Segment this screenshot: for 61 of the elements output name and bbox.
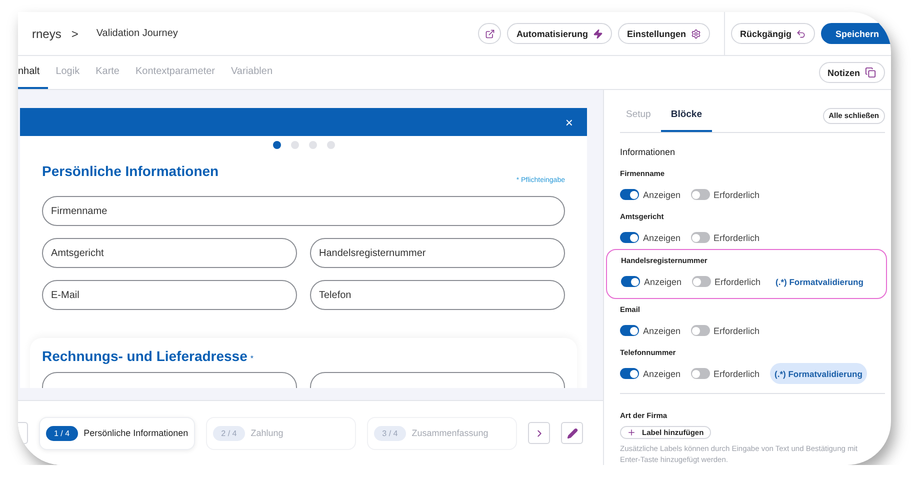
header-button[interactable]: Einstellungen bbox=[618, 23, 710, 44]
step-badge: 3 / 4 bbox=[374, 426, 406, 440]
input-field[interactable]: Amtsgericht bbox=[42, 238, 297, 268]
page-dot[interactable] bbox=[290, 141, 298, 149]
required-toggle[interactable] bbox=[690, 189, 710, 200]
required-toggle[interactable] bbox=[692, 276, 711, 288]
settings-icon bbox=[690, 28, 701, 38]
toggle-label: Anzeigen bbox=[643, 232, 681, 243]
save-button[interactable]: Speichern bbox=[821, 23, 891, 44]
breadcrumb-link[interactable]: rneys bbox=[32, 26, 62, 40]
required-toggle[interactable] bbox=[690, 232, 710, 244]
toggle-label: Anzeigen bbox=[643, 368, 681, 379]
copy-icon bbox=[865, 67, 876, 78]
step-badge: 2 / 4 bbox=[213, 426, 245, 440]
edit-button[interactable] bbox=[561, 422, 584, 444]
required-mark: * bbox=[250, 354, 254, 363]
show-toggle[interactable] bbox=[621, 276, 640, 288]
plus-icon bbox=[627, 428, 636, 437]
lightning-icon bbox=[592, 28, 603, 38]
step-label: Zusammenfassung bbox=[412, 428, 488, 438]
step-badge: 1 / 4 bbox=[46, 426, 78, 440]
step-label: Persönliche Informationen bbox=[84, 428, 188, 438]
notes-button[interactable]: Notizen bbox=[818, 62, 885, 83]
header-button[interactable]: Automatisierung bbox=[507, 23, 612, 44]
toggle-label: Anzeigen bbox=[643, 326, 681, 336]
format-validation-button[interactable]: (.*) Formatvalidierung bbox=[770, 271, 868, 292]
format-validation-button[interactable]: (.*) Formatvalidierung bbox=[770, 363, 868, 384]
input-field[interactable]: E-Mail bbox=[42, 280, 297, 310]
group-title: Informationen bbox=[620, 146, 676, 157]
show-toggle[interactable] bbox=[620, 325, 639, 336]
page-dot[interactable] bbox=[308, 141, 316, 149]
toggle-label: Erforderlich bbox=[714, 276, 761, 287]
open-external-button[interactable] bbox=[478, 23, 502, 44]
close-button[interactable]: × bbox=[565, 114, 573, 130]
page-dot[interactable] bbox=[326, 141, 334, 149]
undo-button[interactable]: Rückgängig bbox=[730, 23, 816, 44]
toggle-label: Erforderlich bbox=[714, 190, 760, 200]
panel-tab[interactable]: Blöcke bbox=[660, 100, 712, 132]
show-toggle[interactable] bbox=[620, 368, 639, 380]
input-field[interactable]: Telefon bbox=[310, 280, 565, 310]
toggle-label: Anzeigen bbox=[643, 190, 681, 200]
step-label: Zahlung bbox=[250, 428, 284, 438]
show-toggle[interactable] bbox=[620, 189, 639, 200]
toggle-label: Anzeigen bbox=[644, 276, 682, 287]
input-field[interactable]: Firmenname bbox=[42, 196, 565, 226]
page-dot[interactable] bbox=[272, 141, 280, 149]
pencil-icon bbox=[566, 428, 578, 438]
show-toggle[interactable] bbox=[620, 232, 639, 244]
section-title: Rechnungs- und Lieferadresse bbox=[42, 348, 248, 364]
required-toggle[interactable] bbox=[690, 325, 710, 336]
input-field[interactable]: Handelsregisternummer bbox=[310, 238, 565, 268]
undo-icon bbox=[796, 28, 806, 38]
external-link-icon bbox=[484, 28, 495, 38]
toggle-label: Erforderlich bbox=[714, 232, 760, 243]
section-title: Persönliche Informationen bbox=[42, 163, 219, 179]
breadcrumb-separator: > bbox=[71, 26, 78, 40]
toggle-label: Erforderlich bbox=[714, 326, 760, 336]
toggle-label: Erforderlich bbox=[714, 368, 760, 379]
journey-title: Validation Journey bbox=[96, 28, 178, 39]
required-toggle[interactable] bbox=[690, 368, 710, 380]
step-tab[interactable]: 1 / 4 Persönliche Informationen bbox=[39, 416, 196, 450]
